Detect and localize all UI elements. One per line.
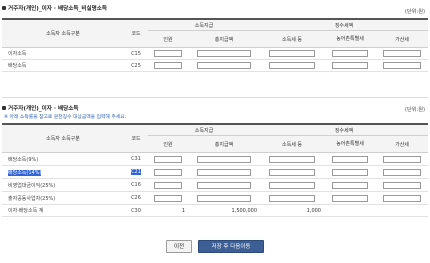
col-header-type: 소득자 소득구분 <box>2 18 124 48</box>
col-header-income-tax: 소득세 등 <box>260 135 324 153</box>
section1-title: 거주자(개인)_이자 · 배당소득_비실명소득 <box>2 4 107 12</box>
col-header-rural-tax: 농어촌특별세 <box>324 135 376 153</box>
total-amount: 1,500,000 <box>188 204 260 217</box>
col-header-addtax: 가산세 <box>376 135 429 153</box>
row-label-selected: 배당소득(14%) <box>2 165 124 179</box>
income-tax-input[interactable] <box>269 50 315 57</box>
table-row: 배당소득(14%) C21 <box>2 165 429 179</box>
total-input[interactable] <box>197 155 251 163</box>
addtax-input[interactable] <box>383 194 422 202</box>
col-header-type: 소득자 소득구분 <box>2 123 124 153</box>
action-buttons: 이전 저장 후 다음이동 <box>0 240 430 253</box>
group-header-tax: 징수세액 <box>260 18 429 31</box>
count-input[interactable] <box>154 155 182 163</box>
addtax-input[interactable] <box>383 62 422 69</box>
row-code: C25 <box>124 59 148 72</box>
section1-table: 소득자 소득구분 코드 소득지급 징수세액 인원 총지급액 소득세 등 농어촌특… <box>2 18 429 72</box>
rural-tax-input[interactable] <box>332 62 368 69</box>
row-label: 배당소득 <box>2 59 124 72</box>
section1-unit: (단위:원) <box>404 9 425 15</box>
income-tax-input[interactable] <box>269 62 315 69</box>
count-input[interactable] <box>154 194 182 202</box>
total-income-tax: 1,000 <box>260 204 324 217</box>
total-input[interactable] <box>197 50 251 57</box>
count-input[interactable] <box>154 168 182 176</box>
row-label: 비영업대금이익(25%) <box>2 178 124 192</box>
total-addtax <box>376 204 429 217</box>
col-header-income-tax: 소득세 등 <box>260 30 324 48</box>
addtax-input[interactable] <box>383 50 422 57</box>
col-header-code: 코드 <box>124 123 148 153</box>
group-header-income: 소득지급 <box>148 18 260 31</box>
table-row: 출자공동사업자(25%) C26 <box>2 191 429 205</box>
col-header-total: 총지급액 <box>188 135 260 153</box>
table-row-total: 이자·배당소득 계 C30 1 1,500,000 1,000 <box>2 204 429 217</box>
count-input[interactable] <box>154 181 182 189</box>
section2-unit: (단위:원) <box>404 107 425 113</box>
section2-title-text: 거주자(개인)_이자 · 배당소득 <box>8 106 79 112</box>
total-count: 1 <box>148 204 188 217</box>
total-row-code: C30 <box>124 204 148 217</box>
table-row: 배당소득 C25 <box>2 59 429 72</box>
rural-tax-input[interactable] <box>332 50 368 57</box>
section2-title: 거주자(개인)_이자 · 배당소득 <box>2 104 79 112</box>
col-header-total: 총지급액 <box>188 30 260 48</box>
bullet-icon <box>2 6 6 10</box>
row-code: C16 <box>124 178 148 192</box>
selected-code: C21 <box>131 169 141 175</box>
addtax-input[interactable] <box>383 155 422 163</box>
group-header-tax: 징수세액 <box>260 123 429 136</box>
row-code: C15 <box>124 47 148 60</box>
group-header-income: 소득지급 <box>148 123 260 136</box>
income-tax-input[interactable] <box>269 194 315 202</box>
col-header-addtax: 가산세 <box>376 30 429 48</box>
total-row-label: 이자·배당소득 계 <box>2 204 124 217</box>
total-input[interactable] <box>197 181 251 189</box>
rural-tax-input[interactable] <box>332 155 368 163</box>
selected-text: 배당소득(14%) <box>8 169 42 176</box>
total-input[interactable] <box>197 194 251 202</box>
row-code: C26 <box>124 191 148 205</box>
total-rural-tax <box>324 204 376 217</box>
col-header-count: 인원 <box>148 30 188 48</box>
prev-button[interactable]: 이전 <box>166 240 192 253</box>
table-row: 배당소득(9%) C31 <box>2 152 429 166</box>
rural-tax-input[interactable] <box>332 194 368 202</box>
section1-title-text: 거주자(개인)_이자 · 배당소득_비실명소득 <box>8 6 108 12</box>
table-row: 이자소득 C15 <box>2 47 429 60</box>
count-input[interactable] <box>154 62 182 69</box>
section2-note: ※ 아래 소득률을 참고로 원천징수 대상금액을 입력해 주세요. <box>4 115 127 120</box>
row-label: 배당소득(9%) <box>2 152 124 166</box>
rural-tax-input[interactable] <box>332 181 368 189</box>
col-header-code: 코드 <box>124 18 148 48</box>
addtax-input[interactable] <box>383 181 422 189</box>
bullet-icon <box>2 106 6 110</box>
section-divider <box>2 97 428 98</box>
section2-table: 소득자 소득구분 코드 소득지급 징수세액 인원 총지급액 소득세 등 농어촌특… <box>2 123 429 217</box>
income-tax-input[interactable] <box>269 168 315 176</box>
row-label: 이자소득 <box>2 47 124 60</box>
col-header-count: 인원 <box>148 135 188 153</box>
addtax-input[interactable] <box>383 168 422 176</box>
row-label: 출자공동사업자(25%) <box>2 191 124 205</box>
income-tax-input[interactable] <box>269 155 315 163</box>
total-input[interactable] <box>197 168 251 176</box>
rural-tax-input[interactable] <box>332 168 368 176</box>
table-row: 비영업대금이익(25%) C16 <box>2 178 429 192</box>
col-header-rural-tax: 농어촌특별세 <box>324 30 376 48</box>
total-input[interactable] <box>197 62 251 69</box>
row-code: C31 <box>124 152 148 166</box>
save-next-button[interactable]: 저장 후 다음이동 <box>198 240 264 253</box>
income-tax-input[interactable] <box>269 181 315 189</box>
count-input[interactable] <box>154 50 182 57</box>
row-code-selected: C21 <box>124 165 148 179</box>
